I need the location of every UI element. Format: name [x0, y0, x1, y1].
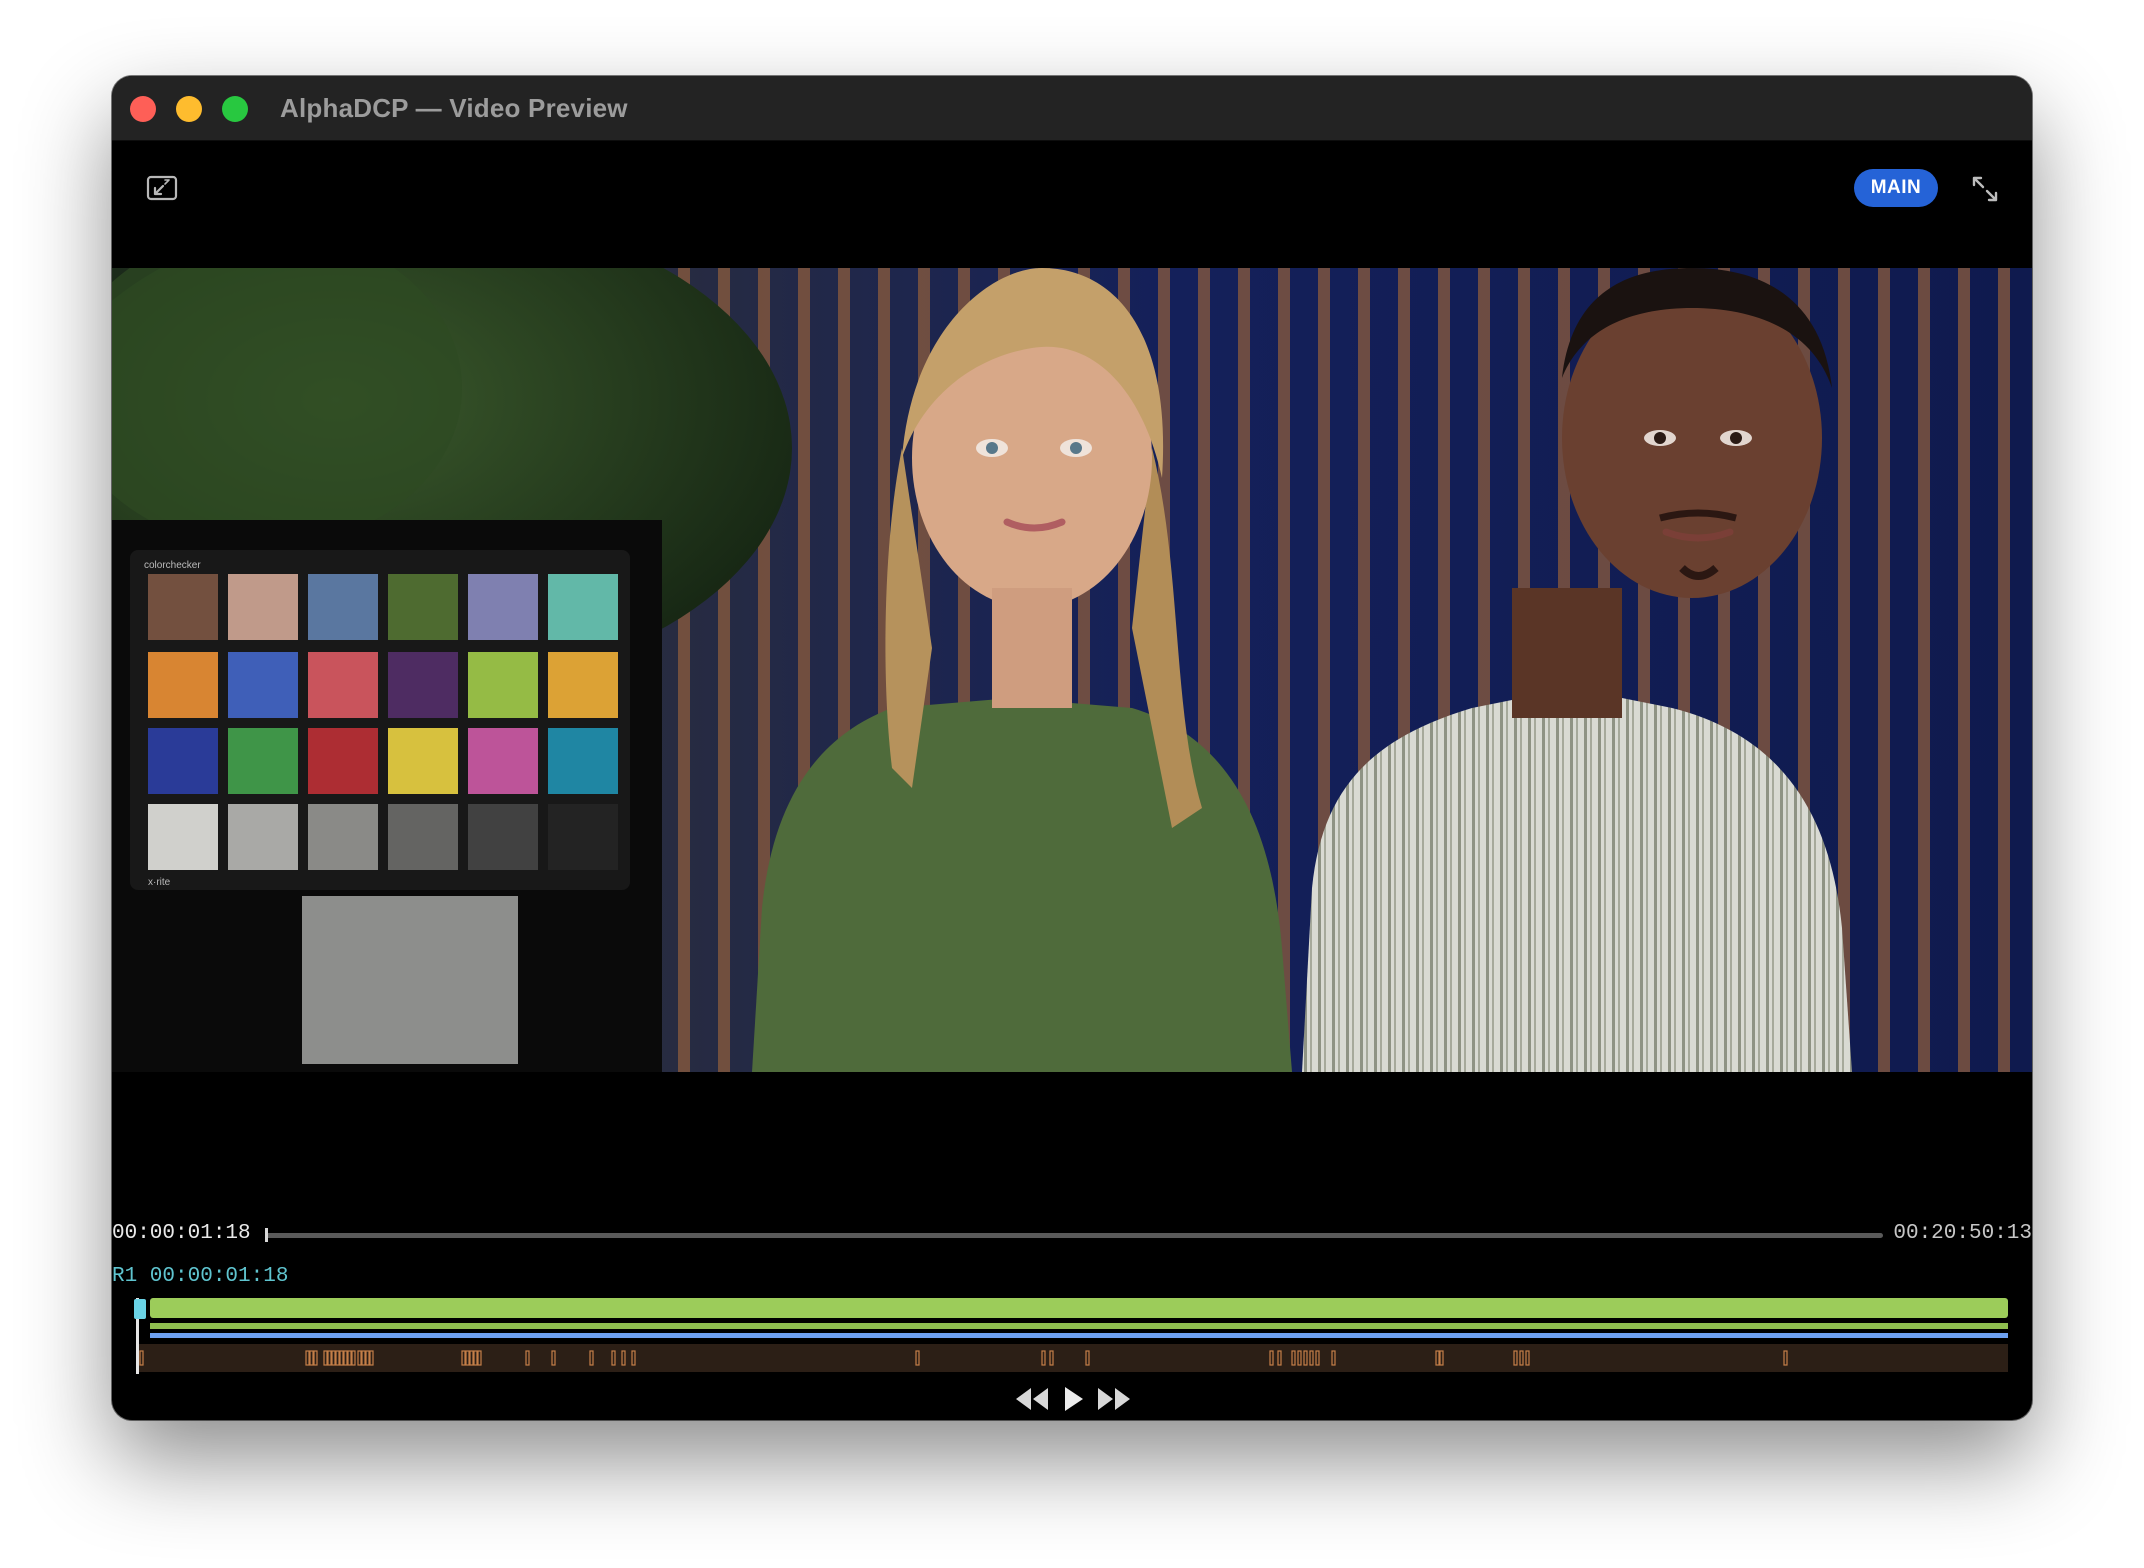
timeline-markers [139, 1350, 1788, 1366]
timeline-marker[interactable] [331, 1350, 336, 1366]
timeline-marker[interactable] [1315, 1350, 1320, 1366]
minimize-button[interactable] [176, 96, 202, 122]
timeline-marker[interactable] [361, 1350, 366, 1366]
timeline-marker[interactable] [525, 1350, 530, 1366]
timeline-marker[interactable] [1435, 1350, 1440, 1366]
zoom-button[interactable] [222, 96, 248, 122]
fast-forward-icon[interactable] [1094, 1384, 1134, 1414]
main-badge[interactable]: MAIN [1854, 169, 1938, 207]
timeline-marker[interactable] [1041, 1350, 1046, 1366]
timeline-marker[interactable] [1331, 1350, 1336, 1366]
timeline-marker[interactable] [347, 1350, 352, 1366]
timeline-marker[interactable] [1525, 1350, 1530, 1366]
play-icon[interactable] [1060, 1384, 1086, 1414]
timeline-marker-track[interactable] [136, 1344, 2008, 1372]
reel-timecode-label: R1 00:00:01:18 [112, 1265, 289, 1288]
close-button[interactable] [130, 96, 156, 122]
timeline-marker[interactable] [1303, 1350, 1308, 1366]
expand-arrows-icon[interactable] [1970, 174, 2000, 204]
timeline-marker[interactable] [343, 1350, 348, 1366]
current-timecode: 00:00:01:18 [112, 1222, 251, 1245]
window-title: AlphaDCP — Video Preview [280, 93, 628, 123]
timeline-marker[interactable] [1439, 1350, 1444, 1366]
timeline-marker[interactable] [631, 1350, 636, 1366]
timeline-marker[interactable] [351, 1350, 356, 1366]
video-frame[interactable]: colorchecker x·rite [112, 268, 2032, 1072]
timeline-marker[interactable] [589, 1350, 594, 1366]
title-bar: AlphaDCP — Video Preview [112, 76, 2032, 141]
timeline-marker[interactable] [305, 1350, 310, 1366]
timeline-marker[interactable] [621, 1350, 626, 1366]
timeline-marker[interactable] [551, 1350, 556, 1366]
timeline-marker[interactable] [1783, 1350, 1788, 1366]
video-image: colorchecker x·rite [112, 268, 2032, 1072]
scrub-position[interactable] [265, 1228, 268, 1242]
timeline-marker[interactable] [1309, 1350, 1314, 1366]
timeline-marker[interactable] [313, 1350, 318, 1366]
timeline-audio-track[interactable] [150, 1333, 2008, 1338]
timeline-marker[interactable] [1519, 1350, 1524, 1366]
timeline-marker[interactable] [139, 1350, 144, 1366]
timeline-marker[interactable] [309, 1350, 314, 1366]
timeline-marker[interactable] [1277, 1350, 1282, 1366]
picture-in-picture-exit-icon[interactable] [146, 174, 178, 202]
timeline-marker[interactable] [915, 1350, 920, 1366]
total-timecode: 00:20:50:13 [1893, 1222, 2032, 1245]
timeline-marker[interactable] [465, 1350, 470, 1366]
app-window: AlphaDCP — Video Preview MAIN colorcheck… [112, 76, 2032, 1420]
timeline-marker[interactable] [335, 1350, 340, 1366]
colorchecker-maker: x·rite [148, 877, 171, 888]
timeline-playhead-handle[interactable] [134, 1299, 146, 1319]
timeline-marker[interactable] [469, 1350, 474, 1366]
timeline-marker[interactable] [461, 1350, 466, 1366]
timeline-marker[interactable] [473, 1350, 478, 1366]
timeline-marker[interactable] [369, 1350, 374, 1366]
scrub-bar[interactable] [265, 1233, 1883, 1238]
timeline-video-track[interactable] [150, 1298, 2008, 1318]
timeline-marker[interactable] [1291, 1350, 1296, 1366]
timeline-marker[interactable] [1085, 1350, 1090, 1366]
timeline-marker[interactable] [339, 1350, 344, 1366]
timeline-marker[interactable] [357, 1350, 362, 1366]
timeline-sub-track[interactable] [150, 1323, 2008, 1329]
colorchecker-brand: colorchecker [144, 560, 201, 571]
timeline-marker[interactable] [1049, 1350, 1054, 1366]
timeline-marker[interactable] [1297, 1350, 1302, 1366]
timeline-marker[interactable] [323, 1350, 328, 1366]
timeline-marker[interactable] [611, 1350, 616, 1366]
timeline-marker[interactable] [477, 1350, 482, 1366]
timeline-marker[interactable] [1269, 1350, 1274, 1366]
timeline-marker[interactable] [327, 1350, 332, 1366]
timeline-marker[interactable] [1513, 1350, 1518, 1366]
timeline-marker[interactable] [365, 1350, 370, 1366]
rewind-icon[interactable] [1012, 1384, 1052, 1414]
